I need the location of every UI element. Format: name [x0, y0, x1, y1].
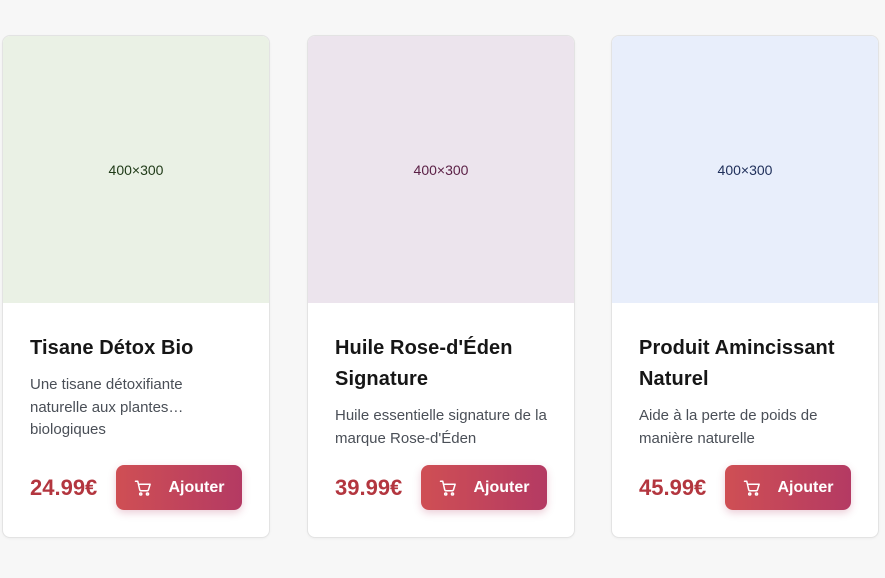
product-footer: 24.99€ Ajouter: [30, 465, 242, 510]
product-card-body: Tisane Détox Bio Une tisane détoxifiante…: [3, 303, 269, 537]
product-title: Tisane Détox Bio: [30, 337, 194, 359]
product-description: Une tisane détoxifiante naturelle aux pl…: [30, 376, 184, 438]
product-title: Huile Rose-d'Éden Signature: [335, 337, 513, 390]
cart-icon: [743, 479, 761, 497]
add-to-cart-label: Ajouter: [777, 478, 834, 496]
product-image-label: 400×300: [108, 161, 164, 178]
product-footer: 45.99€ Ajouter: [639, 465, 851, 510]
cart-icon: [439, 479, 457, 497]
product-image-placeholder: 400×300: [612, 36, 878, 303]
product-card: 400×300 Huile Rose-d'Éden Signature Huil…: [307, 35, 575, 538]
product-image-placeholder: 400×300: [308, 36, 574, 303]
product-card-body: Huile Rose-d'Éden Signature Huile essent…: [308, 303, 574, 537]
product-card-body: Produit Amincissant Naturel Aide à la pe…: [612, 303, 878, 537]
cart-icon: [134, 479, 152, 497]
product-price: 39.99€: [335, 474, 403, 500]
add-to-cart-button[interactable]: Ajouter: [725, 465, 851, 510]
product-card: 400×300 Tisane Détox Bio Une tisane déto…: [2, 35, 270, 538]
product-price: 45.99€: [639, 474, 707, 500]
product-description: Huile essentielle signature de la marque…: [335, 407, 547, 447]
add-to-cart-label: Ajouter: [168, 478, 225, 496]
product-image-label: 400×300: [413, 161, 469, 178]
add-to-cart-button[interactable]: Ajouter: [421, 465, 547, 510]
add-to-cart-button[interactable]: Ajouter: [116, 465, 242, 510]
product-image-label: 400×300: [717, 161, 773, 178]
add-to-cart-label: Ajouter: [473, 478, 530, 496]
product-description: Aide à la perte de poids de manière natu…: [639, 407, 818, 447]
product-price: 24.99€: [30, 474, 98, 500]
product-footer: 39.99€ Ajouter: [335, 465, 547, 510]
product-card: 400×300 Produit Amincissant Naturel Aide…: [611, 35, 879, 538]
product-image-placeholder: 400×300: [3, 36, 269, 303]
product-title: Produit Amincissant Naturel: [639, 337, 835, 390]
